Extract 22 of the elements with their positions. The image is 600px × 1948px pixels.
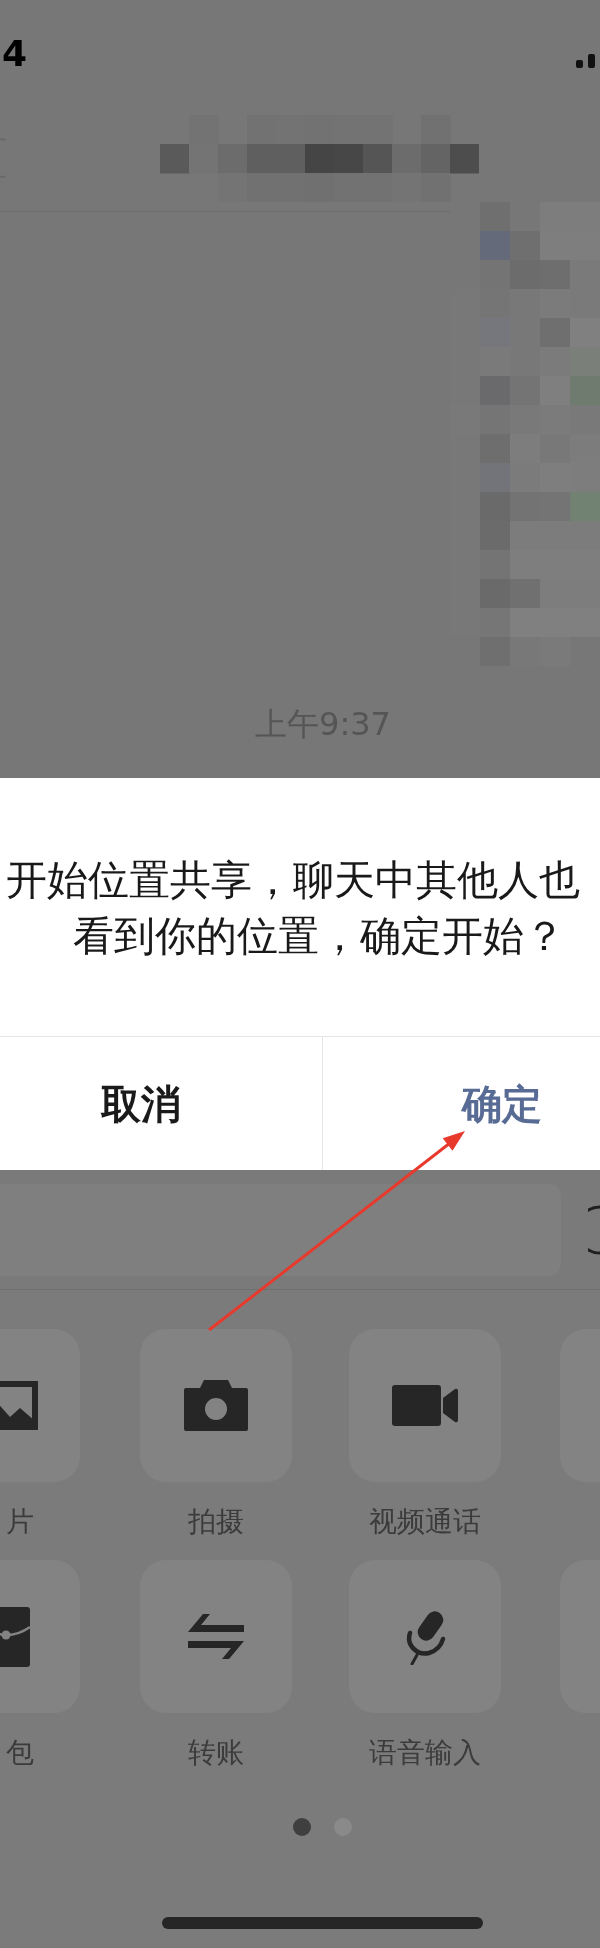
microphone-icon (404, 1608, 446, 1665)
app-tile[interactable] (349, 1329, 501, 1482)
app-label: 片 (6, 1505, 34, 1539)
app-tile[interactable] (349, 1560, 501, 1713)
app-tile[interactable] (0, 1560, 80, 1713)
input-field[interactable] (0, 1183, 561, 1276)
app-label: 视频通话 (369, 1505, 481, 1539)
status-time: 4 (2, 36, 28, 72)
app-tile[interactable] (0, 1329, 80, 1482)
app-label: 包 (6, 1736, 34, 1770)
app-tile[interactable] (140, 1329, 292, 1482)
app-label: 拍摄 (188, 1505, 244, 1539)
app-tile[interactable] (140, 1560, 292, 1713)
app-label: 转账 (188, 1736, 244, 1770)
image-icon (0, 1381, 38, 1430)
app-label: 语音输入 (369, 1736, 481, 1770)
transfer-arrows-icon (188, 1614, 244, 1659)
camera-icon (184, 1380, 248, 1431)
video-camera-icon (392, 1385, 458, 1426)
envelope-icon (0, 1606, 30, 1667)
dialog-message: 开始位置共享，聊天中其他人也 看到你的位置，确定开始？ (5, 855, 581, 962)
signal-icon (576, 54, 597, 68)
